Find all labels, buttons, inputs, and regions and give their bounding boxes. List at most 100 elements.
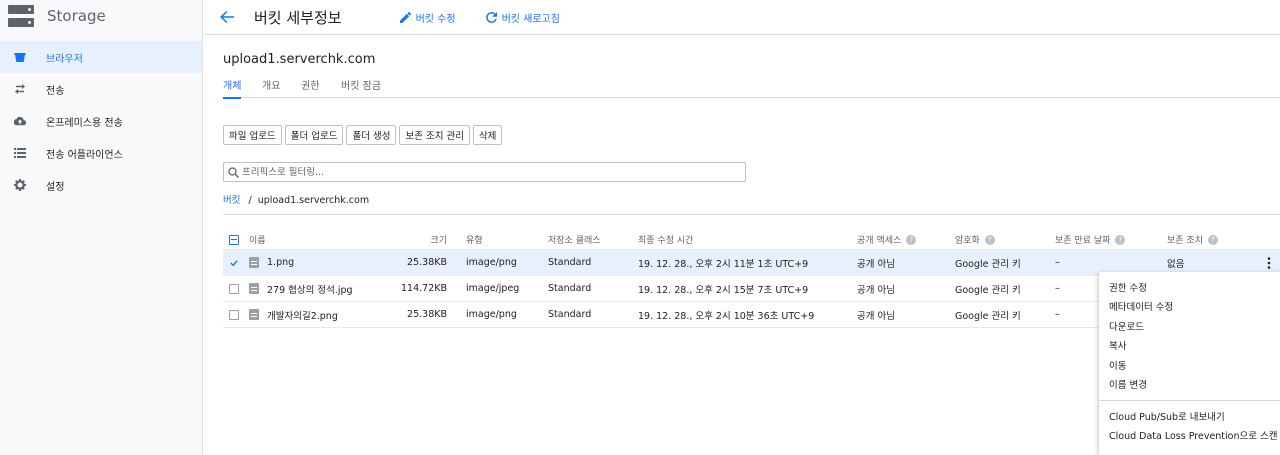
breadcrumb-current: upload1.serverchk.com bbox=[257, 195, 370, 206]
prefix-filter bbox=[223, 162, 746, 182]
column-header-encryption[interactable]: 암호화? bbox=[955, 230, 995, 249]
table-header-row: 이름 크기 유형 저장소 클래스 최종 수정 시간 공개 액세스? 암호화? 보… bbox=[223, 230, 1280, 250]
product-header: Storage bbox=[0, 0, 202, 32]
select-all-checkbox[interactable] bbox=[229, 230, 239, 249]
object-name-label: 개발자의길2.png bbox=[267, 310, 338, 322]
object-size: 25.38KB bbox=[407, 309, 447, 320]
object-encryption: Google 관리 키 bbox=[955, 284, 1021, 296]
object-size: 25.38KB bbox=[407, 257, 447, 268]
prefix-filter-input[interactable] bbox=[242, 166, 722, 178]
column-header-label: 공개 액세스 bbox=[857, 236, 902, 246]
back-arrow-icon[interactable] bbox=[219, 9, 235, 25]
column-header-storage-class[interactable]: 저장소 클래스 bbox=[548, 230, 601, 249]
column-header-type[interactable]: 유형 bbox=[466, 230, 483, 249]
manage-holds-button[interactable]: 보존 조치 관리 bbox=[399, 125, 470, 145]
divider bbox=[223, 214, 1280, 215]
sidebar: Storage 브라우저 전송 온프레미스용 전송 전송 어플라이언스 설정 bbox=[0, 0, 203, 455]
search-icon bbox=[228, 166, 239, 178]
menu-item-edit-metadata[interactable]: 메타데이터 수정 bbox=[1099, 297, 1280, 317]
edit-bucket-label: 버킷 수정 bbox=[415, 13, 456, 25]
object-retention-expiry: – bbox=[1055, 257, 1060, 268]
refresh-icon bbox=[485, 11, 497, 23]
file-icon bbox=[249, 309, 259, 320]
object-context-menu: 권한 수정 메타데이터 수정 다운로드 복사 이동 이름 변경 Cloud Pu… bbox=[1099, 272, 1280, 455]
menu-item-copy[interactable]: 복사 bbox=[1099, 336, 1280, 356]
object-name[interactable]: 279 협상의 정석.jpg bbox=[249, 276, 353, 301]
upload-file-button[interactable]: 파일 업로드 bbox=[223, 125, 282, 145]
object-toolbar: 파일 업로드 폴더 업로드 폴더 생성 보존 조치 관리 삭제 bbox=[223, 125, 503, 145]
help-icon[interactable]: ? bbox=[984, 234, 995, 245]
menu-item-scan-dlp[interactable]: Cloud Data Loss Prevention으로 스캔 bbox=[1099, 426, 1280, 446]
column-header-name[interactable]: 이름 bbox=[249, 230, 266, 249]
row-checkbox[interactable] bbox=[229, 250, 239, 275]
sidebar-item-label: 브라우저 bbox=[46, 53, 83, 65]
file-icon bbox=[249, 257, 259, 268]
object-public-access: 공개 아님 bbox=[857, 258, 895, 270]
object-type: image/jpeg bbox=[466, 283, 520, 294]
object-storage-class: Standard bbox=[548, 309, 592, 320]
page-header: 버킷 세부정보 버킷 수정 버킷 새로고침 bbox=[204, 0, 1280, 35]
object-retention-expiry: – bbox=[1055, 309, 1060, 320]
storage-icon bbox=[8, 5, 34, 27]
row-checkbox[interactable] bbox=[229, 302, 239, 327]
sidebar-item-transfer[interactable]: 전송 bbox=[0, 73, 202, 105]
pencil-icon bbox=[399, 11, 411, 23]
cloud-upload-icon bbox=[14, 115, 26, 127]
sidebar-item-label: 전송 bbox=[46, 85, 65, 97]
menu-item-edit-permissions[interactable]: 권한 수정 bbox=[1099, 277, 1280, 297]
sidebar-item-settings[interactable]: 설정 bbox=[0, 169, 202, 201]
edit-bucket-button[interactable]: 버킷 수정 bbox=[399, 10, 456, 25]
object-name[interactable]: 개발자의길2.png bbox=[249, 302, 338, 327]
checkmark-icon bbox=[230, 259, 238, 266]
create-folder-button[interactable]: 폴더 생성 bbox=[346, 125, 397, 145]
object-storage-class: Standard bbox=[548, 257, 592, 268]
refresh-bucket-button[interactable]: 버킷 새로고침 bbox=[485, 10, 560, 25]
menu-item-download[interactable]: 다운로드 bbox=[1099, 316, 1280, 336]
sidebar-item-label: 온프레미스용 전송 bbox=[46, 117, 123, 129]
bucket-name: upload1.serverchk.com bbox=[223, 52, 376, 67]
column-header-retention-expiry[interactable]: 보존 만료 날짜? bbox=[1055, 230, 1126, 249]
tab-objects[interactable]: 개체 bbox=[223, 77, 242, 99]
object-type: image/png bbox=[466, 309, 517, 320]
tab-bar: 개체 개요 권한 버킷 잠금 bbox=[223, 77, 1280, 99]
object-public-access: 공개 아님 bbox=[857, 284, 895, 296]
menu-item-rename[interactable]: 이름 변경 bbox=[1099, 375, 1280, 395]
transfer-icon bbox=[14, 83, 26, 95]
help-icon[interactable]: ? bbox=[906, 234, 917, 245]
object-last-modified: 19. 12. 28., 오후 2시 15분 7초 UTC+9 bbox=[638, 284, 809, 296]
object-name-label: 279 협상의 정석.jpg bbox=[267, 284, 353, 296]
breadcrumb-root-link[interactable]: 버킷 bbox=[223, 195, 240, 206]
sidebar-item-browser[interactable]: 브라우저 bbox=[0, 41, 202, 73]
menu-divider bbox=[1099, 400, 1280, 401]
sidebar-nav: 브라우저 전송 온프레미스용 전송 전송 어플라이언스 설정 bbox=[0, 41, 202, 201]
menu-item-move[interactable]: 이동 bbox=[1099, 355, 1280, 375]
column-header-public-access[interactable]: 공개 액세스? bbox=[857, 230, 917, 249]
delete-button[interactable]: 삭제 bbox=[472, 125, 503, 145]
help-icon[interactable]: ? bbox=[1115, 234, 1126, 245]
appliance-list-icon bbox=[14, 147, 26, 159]
column-header-last-modified[interactable]: 최종 수정 시간 bbox=[638, 230, 693, 249]
object-type: image/png bbox=[466, 257, 517, 268]
help-icon[interactable]: ? bbox=[1207, 234, 1218, 245]
tab-overview[interactable]: 개요 bbox=[262, 77, 280, 97]
tab-bucket-lock[interactable]: 버킷 잠금 bbox=[341, 77, 381, 97]
object-name[interactable]: 1.png bbox=[249, 250, 294, 275]
object-retention-expiry: – bbox=[1055, 283, 1060, 294]
refresh-bucket-label: 버킷 새로고침 bbox=[501, 13, 560, 25]
tab-permissions[interactable]: 권한 bbox=[301, 77, 319, 97]
object-last-modified: 19. 12. 28., 오후 2시 10분 36초 UTC+9 bbox=[638, 310, 815, 322]
object-public-access: 공개 아님 bbox=[857, 310, 895, 322]
sidebar-item-label: 설정 bbox=[46, 181, 65, 193]
object-name-label: 1.png bbox=[267, 257, 295, 268]
menu-item-export-pubsub[interactable]: Cloud Pub/Sub로 내보내기 bbox=[1099, 406, 1280, 426]
breadcrumb-separator: / bbox=[248, 195, 252, 206]
sidebar-item-appliance[interactable]: 전송 어플라이언스 bbox=[0, 137, 202, 169]
bucket-icon bbox=[14, 51, 26, 63]
column-header-hold[interactable]: 보존 조치? bbox=[1167, 230, 1218, 249]
upload-folder-button[interactable]: 폴더 업로드 bbox=[284, 125, 344, 145]
row-checkbox[interactable] bbox=[229, 276, 239, 301]
sidebar-item-on-prem-transfer[interactable]: 온프레미스용 전송 bbox=[0, 105, 202, 137]
object-encryption: Google 관리 키 bbox=[955, 258, 1021, 270]
breadcrumb: 버킷 / upload1.serverchk.com bbox=[223, 192, 369, 206]
column-header-size[interactable]: 크기 bbox=[373, 230, 447, 249]
